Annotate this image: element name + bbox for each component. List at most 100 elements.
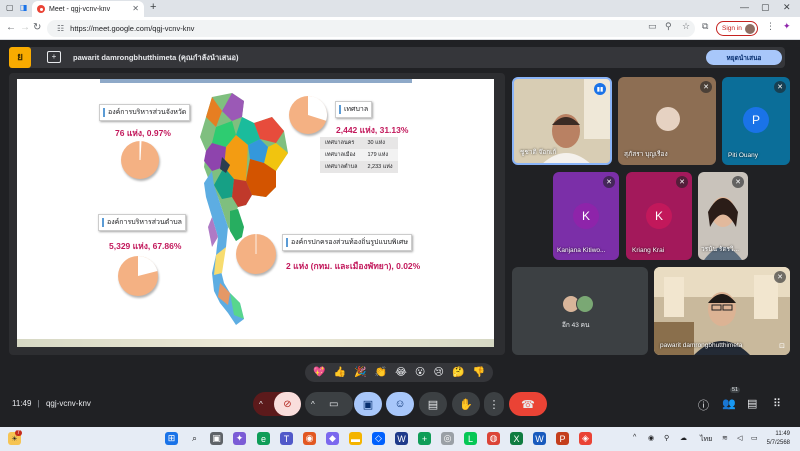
mic-off-icon: ✕ bbox=[603, 176, 615, 188]
audio-options-chevron-icon[interactable]: ^ bbox=[259, 400, 263, 409]
participant-avatar: K bbox=[573, 203, 599, 229]
browser-tab-meet[interactable]: Meet - qgj-vcnv-knv ✕ bbox=[32, 1, 144, 17]
participant-tile[interactable]: ✕ วรนัน รัตรวิ... bbox=[698, 172, 748, 260]
people-count-badge: 51 bbox=[730, 387, 741, 393]
participant-tile[interactable]: K ✕ Kriang Krai bbox=[626, 172, 692, 260]
tab-close-icon[interactable]: ✕ bbox=[132, 4, 139, 13]
line-icon[interactable]: L bbox=[464, 432, 477, 445]
search-icon[interactable]: ⌕ bbox=[188, 432, 201, 445]
firefox-icon[interactable]: ◉ bbox=[303, 432, 316, 445]
reload-icon[interactable]: ↻ bbox=[33, 22, 41, 33]
thumbs-down-reaction-icon[interactable]: 👎 bbox=[472, 367, 484, 378]
app-icon[interactable]: ◎ bbox=[441, 432, 454, 445]
url-field[interactable]: ☷ https://meet.google.com/qgj-vcnv-knv bbox=[47, 20, 695, 37]
teams-icon[interactable]: T bbox=[280, 432, 293, 445]
subdistrict-admin-pie bbox=[118, 255, 158, 296]
participant-tile[interactable]: ✕ สุภัสรา บุญเรือง bbox=[618, 77, 716, 165]
province-admin-pie-slice bbox=[139, 140, 142, 161]
maximize-icon[interactable]: ▢ bbox=[761, 2, 770, 13]
raise-hand-button[interactable]: ✋ bbox=[452, 392, 480, 416]
system-clock[interactable]: 11:49 5/7/2568 bbox=[767, 430, 790, 448]
heart-reaction-icon[interactable]: 💖 bbox=[313, 367, 325, 378]
table-row: เทศบาลนคร 30 แห่ง bbox=[320, 137, 398, 149]
camera-tray-icon[interactable]: ◉ bbox=[648, 434, 654, 442]
app-icon[interactable]: W bbox=[395, 432, 408, 445]
mic-off-icon: ✕ bbox=[676, 176, 688, 188]
camera-icon[interactable]: ▭ bbox=[648, 21, 657, 32]
mic-blocked-icon[interactable]: ⚲ bbox=[665, 21, 672, 32]
word-icon[interactable]: W bbox=[533, 432, 546, 445]
clap-reaction-icon[interactable]: 👏 bbox=[375, 367, 387, 378]
municipality-type: เทศบาลนคร bbox=[320, 137, 363, 149]
powerpoint-icon[interactable]: P bbox=[556, 432, 569, 445]
mic-tray-icon[interactable]: ⚲ bbox=[664, 434, 669, 442]
show-hidden-icons-chevron[interactable]: ^ bbox=[633, 434, 636, 441]
minimize-icon[interactable]: — bbox=[740, 2, 749, 12]
party-reaction-icon[interactable]: 🎉 bbox=[354, 367, 366, 378]
mic-off-button[interactable]: ⊘ bbox=[274, 392, 301, 416]
participant-tile[interactable]: ▮▮ ชูชาติ จ๊อกเก้ bbox=[512, 77, 612, 165]
extensions-icon[interactable]: ⧉ bbox=[702, 21, 708, 32]
app-icon[interactable]: ◆ bbox=[326, 432, 339, 445]
info-icon[interactable]: ⓘ bbox=[698, 397, 709, 413]
gemini-icon[interactable]: ✦ bbox=[783, 21, 791, 32]
others-tile[interactable]: อีก 43 คน bbox=[512, 267, 648, 355]
emoji-button[interactable]: ☺ bbox=[386, 392, 414, 416]
presentation-bar: ย + pawarit damrongbhutthimeta (คุณกำลัง… bbox=[9, 47, 785, 68]
participant-name: สุภัสรา บุญเรือง bbox=[624, 151, 668, 158]
url-text: https://meet.google.com/qgj-vcnv-knv bbox=[70, 24, 195, 33]
copilot-icon[interactable]: ✦ bbox=[233, 432, 246, 445]
wifi-icon[interactable]: ≋ bbox=[722, 434, 728, 442]
battery-icon[interactable]: ▭ bbox=[751, 434, 758, 442]
slide-header-bar bbox=[100, 79, 412, 83]
participant-tile[interactable]: K ✕ Kanjana Kitiwo... bbox=[553, 172, 619, 260]
sad-reaction-icon[interactable]: 😢 bbox=[433, 367, 443, 378]
subdistrict-admin-value: 5,329 แห่ง, 67.86% bbox=[109, 241, 182, 251]
excel-icon[interactable]: X bbox=[510, 432, 523, 445]
participant-name: Piti Ouany bbox=[728, 152, 758, 159]
people-icon[interactable]: 👥 bbox=[722, 397, 736, 410]
activities-icon[interactable]: ⠿ bbox=[773, 397, 781, 410]
close-window-icon[interactable]: ✕ bbox=[783, 2, 791, 13]
meet-icon[interactable]: + bbox=[418, 432, 431, 445]
municipality-label: เทศบาล bbox=[335, 101, 373, 118]
site-info-icon[interactable]: ☷ bbox=[57, 24, 64, 33]
surprised-reaction-icon[interactable]: 😮 bbox=[415, 367, 425, 378]
tab-group-icon[interactable]: ◨ bbox=[20, 3, 28, 12]
speaking-indicator-icon: ▮▮ bbox=[594, 83, 606, 95]
language-indicator[interactable]: ไทย bbox=[700, 434, 712, 445]
more-menu-icon[interactable]: ⋮ bbox=[766, 21, 775, 32]
more-options-button[interactable]: ⋮ bbox=[484, 392, 504, 416]
task-view-icon[interactable]: ▣ bbox=[210, 432, 223, 445]
present-button[interactable]: ▣ bbox=[354, 392, 382, 416]
video-options-chevron-icon[interactable]: ^ bbox=[311, 400, 315, 409]
chat-icon[interactable]: ▤ bbox=[747, 397, 757, 410]
chrome-icon[interactable]: ◍ bbox=[487, 432, 500, 445]
bookmark-star-icon[interactable]: ☆ bbox=[682, 21, 690, 32]
windows-start-icon[interactable]: ⊞ bbox=[165, 432, 178, 445]
dropbox-icon[interactable]: ◇ bbox=[372, 432, 385, 445]
thinking-reaction-icon[interactable]: 🤔 bbox=[452, 367, 464, 378]
cloud-icon[interactable]: ☁ bbox=[680, 434, 687, 442]
thumbs-up-reaction-icon[interactable]: 👍 bbox=[334, 367, 346, 378]
forward-icon[interactable]: → bbox=[20, 22, 30, 33]
edge-icon[interactable]: e bbox=[257, 432, 270, 445]
sign-in-button[interactable]: Sign in bbox=[716, 21, 758, 36]
pin-icon[interactable]: ⊡ bbox=[779, 342, 785, 350]
app-icon[interactable]: ◈ bbox=[579, 432, 592, 445]
new-tab-icon[interactable]: + bbox=[150, 1, 156, 13]
participant-tile[interactable]: P ✕ Piti Ouany bbox=[722, 77, 790, 165]
municipality-pie-slice bbox=[308, 96, 328, 121]
captions-button[interactable]: ▤ bbox=[419, 392, 447, 416]
file-explorer-icon[interactable]: ▬ bbox=[349, 432, 362, 445]
municipality-count: 179 แห่ง bbox=[362, 149, 398, 161]
back-icon[interactable]: ← bbox=[6, 22, 16, 33]
camera-button[interactable]: ▭ bbox=[329, 399, 338, 410]
stop-presenting-button[interactable]: หยุดนำเสนอ bbox=[706, 50, 782, 65]
special-admin-label: องค์กรปกครองส่วนท้องถิ่นรูปแบบพิเศษ bbox=[282, 234, 412, 251]
self-tile[interactable]: ✕ pawarit damrongbhutthimeta ⊡ bbox=[654, 267, 790, 355]
volume-icon[interactable]: ◁ bbox=[737, 434, 742, 442]
browser-menu-icon[interactable]: ▢ bbox=[6, 3, 14, 12]
end-call-button[interactable]: ☎ bbox=[509, 392, 547, 416]
laugh-reaction-icon[interactable]: 😂 bbox=[395, 367, 407, 378]
